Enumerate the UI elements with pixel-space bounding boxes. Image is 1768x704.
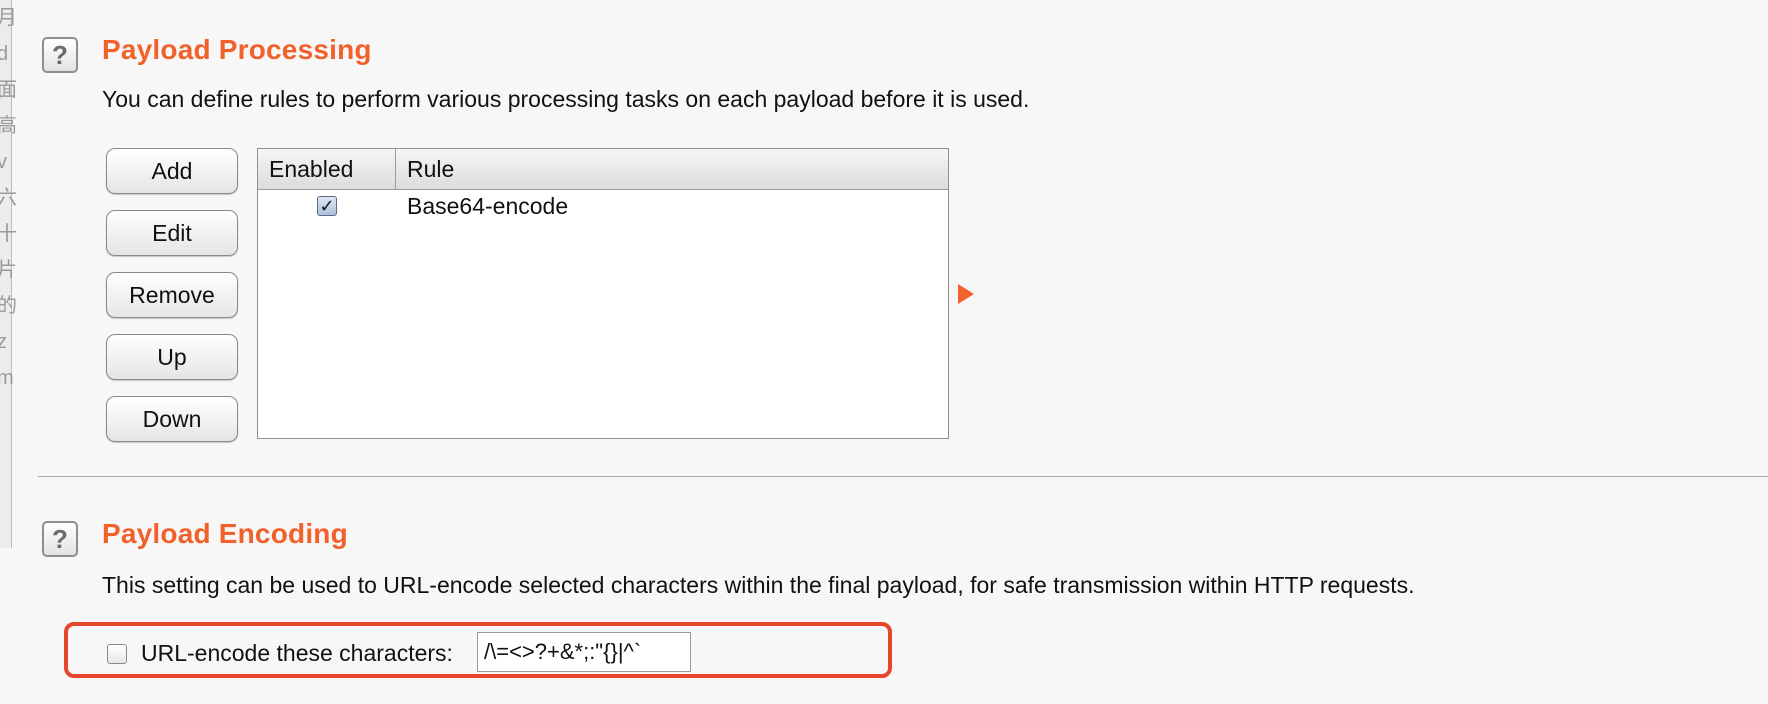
add-button[interactable]: Add xyxy=(106,148,238,194)
processing-rules-table[interactable]: Enabled Rule ✓ Base64-encode xyxy=(257,148,949,439)
sidebar-glyph: z xyxy=(0,331,7,353)
column-header-enabled[interactable]: Enabled xyxy=(258,149,396,189)
url-encode-checkbox[interactable] xyxy=(107,644,127,664)
sidebar-glyph: 高 xyxy=(0,115,17,137)
sidebar-glyph: m xyxy=(0,367,14,389)
table-row[interactable]: ✓ Base64-encode xyxy=(258,190,948,222)
table-cell-rule: Base64-encode xyxy=(407,192,569,219)
up-button[interactable]: Up xyxy=(106,334,238,380)
sidebar-glyph: 片 xyxy=(0,259,17,281)
url-encode-characters-input[interactable] xyxy=(477,632,691,672)
sidebar-glyph: 的 xyxy=(0,295,17,317)
edit-button[interactable]: Edit xyxy=(106,210,238,256)
sidebar-glyph: v xyxy=(0,151,7,173)
section-description-payload-encoding: This setting can be used to URL-encode s… xyxy=(102,572,1415,598)
down-button[interactable]: Down xyxy=(106,396,238,442)
sidebar-glyph: 十 xyxy=(0,223,17,245)
sidebar-glyph: d xyxy=(0,43,9,65)
help-question-symbol: ? xyxy=(52,39,68,70)
section-description-payload-processing: You can define rules to perform various … xyxy=(102,86,1030,112)
help-question-icon[interactable]: ? xyxy=(42,37,78,73)
sidebar-glyph: 六 xyxy=(0,187,17,209)
triangle-right-icon[interactable] xyxy=(958,284,974,304)
sidebar-glyph: 月 xyxy=(0,7,17,29)
section-divider xyxy=(38,476,1768,477)
left-sidebar-fragment: 月 d 面 高 v 六 十 片 的 z m xyxy=(0,0,17,548)
help-question-icon[interactable]: ? xyxy=(42,521,78,557)
column-header-rule[interactable]: Rule xyxy=(396,149,454,189)
help-question-symbol: ? xyxy=(52,523,68,554)
remove-button[interactable]: Remove xyxy=(106,272,238,318)
section-title-payload-encoding: Payload Encoding xyxy=(102,518,348,549)
enabled-checkbox[interactable]: ✓ xyxy=(317,196,337,216)
check-mark-icon: ✓ xyxy=(319,196,335,216)
table-header: Enabled Rule xyxy=(258,149,948,190)
table-cell-enabled: ✓ xyxy=(258,196,396,216)
section-title-payload-processing: Payload Processing xyxy=(102,34,372,65)
url-encode-label: URL-encode these characters: xyxy=(141,640,453,666)
sidebar-glyph: 面 xyxy=(0,79,17,101)
